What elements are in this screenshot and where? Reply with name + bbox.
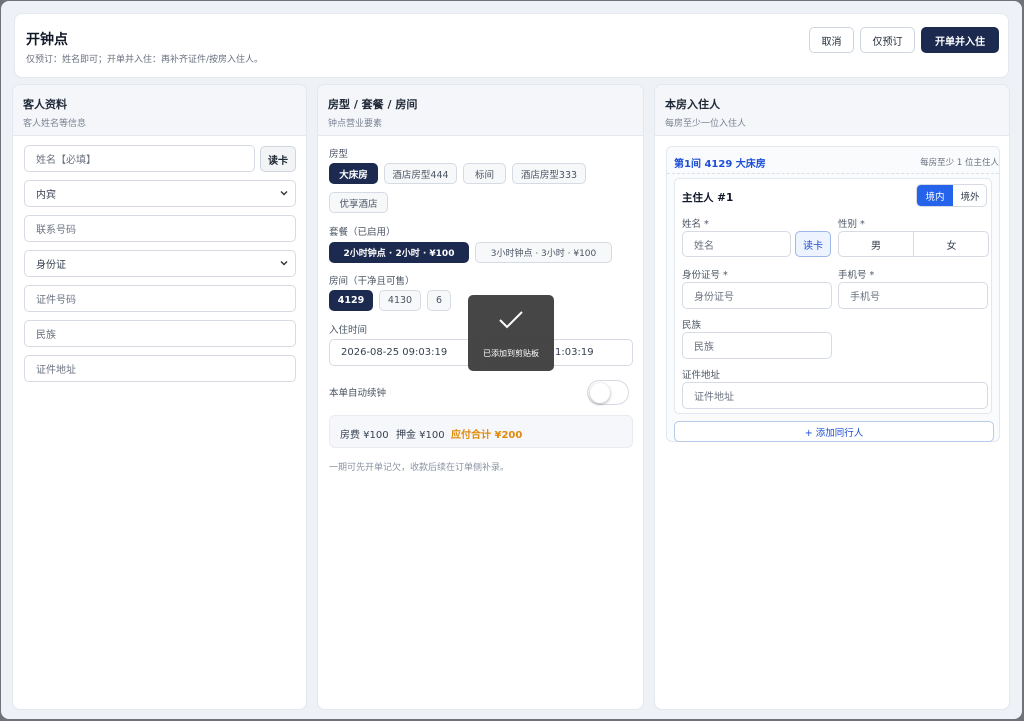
room-panel-subtitle: 钟点营业要素 — [328, 119, 383, 129]
room-panel-title: 房型 / 套餐 / 房间 — [328, 98, 418, 111]
payment-note: 一期可先开单记欠，收款后续在订单侧补录。 — [329, 463, 510, 473]
room-panel-header: 房型 / 套餐 / 房间 钟点营业要素 — [318, 85, 643, 136]
guest-id-number-input[interactable]: 证件号码 — [24, 285, 296, 312]
id-type-value: 身份证 — [36, 260, 66, 271]
page-subtitle: 仅预订：姓名即可；开单并入住：再补齐证件/按房入住人。 — [26, 55, 264, 65]
occupant-read-card-button[interactable]: 读卡 — [795, 231, 831, 257]
room-chip[interactable]: 4129 — [329, 290, 373, 311]
checkmark-icon — [499, 311, 523, 329]
chevron-down-icon — [280, 191, 288, 196]
occupant-id-input[interactable]: 身份证号 — [682, 282, 832, 309]
guest-address-input[interactable]: 证件地址 — [24, 355, 296, 382]
page-title: 开钟点 — [26, 32, 68, 48]
primary-occupant-title: 主住人 #1 — [682, 192, 734, 204]
primary-occupant-form: 主住人 #1 境内 境外 姓名 * 姓名 读卡 性别 * 男 女 身份证号 * … — [674, 178, 992, 414]
dialog-header: 开钟点 仅预订：姓名即可；开单并入住：再补齐证件/按房入住人。 取消 仅预订 开… — [14, 13, 1009, 78]
guest-phone-input[interactable]: 联系号码 — [24, 215, 296, 242]
guest-panel-subtitle: 客人姓名等信息 — [23, 119, 87, 129]
add-companion-button[interactable]: + 添加同行人 — [674, 421, 994, 442]
mobile-label: 手机号 * — [838, 270, 875, 281]
occupant-address-input[interactable]: 证件地址 — [682, 382, 988, 409]
room-chip[interactable]: 4130 — [379, 290, 421, 311]
gender-male-option[interactable]: 男 — [839, 232, 914, 256]
open-hourly-dialog: 开钟点 仅预订：姓名即可；开单并入住：再补齐证件/按房入住人。 取消 仅预订 开… — [1, 1, 1022, 719]
fee-deposit: 押金 ¥100 — [396, 430, 445, 441]
occupant-name-input[interactable]: 姓名 — [682, 231, 791, 257]
clipboard-toast: 已添加到剪贴板 — [468, 295, 554, 371]
domestic-tab[interactable]: 境内 — [917, 185, 953, 206]
address-label: 证件地址 — [682, 370, 721, 381]
guest-info-panel: 客人资料 客人姓名等信息 姓名【必填】 读卡 内宾 联系号码 身份证 证件号码 … — [12, 84, 307, 710]
room-card-title: 第1间 4129 大床房 — [674, 159, 766, 170]
package-chip[interactable]: 3小时钟点 · 3小时 · ¥100 — [475, 242, 612, 263]
room-card-hint: 每房至少 1 位主住人 — [920, 158, 999, 168]
gender-female-option[interactable]: 女 — [914, 232, 989, 256]
room-chip[interactable]: 6 — [427, 290, 451, 311]
open-and-checkin-button[interactable]: 开单并入住 — [921, 27, 999, 53]
guest-name-input[interactable]: 姓名【必填】 — [24, 145, 255, 172]
room-type-label: 房型 — [329, 149, 349, 160]
checkin-time-label: 入住时间 — [329, 325, 368, 336]
room-type-chip[interactable]: 酒店房型444 — [384, 163, 457, 184]
room-occupant-card: 第1间 4129 大床房 每房至少 1 位主住人 主住人 #1 境内 境外 姓名… — [666, 146, 1000, 442]
checkin-time-input[interactable]: 2026-08-25 09:03:19 — [329, 339, 479, 366]
room-type-chip[interactable]: 大床房 — [329, 163, 378, 184]
guest-type-value: 内宾 — [36, 190, 56, 201]
room-package-panel: 房型 / 套餐 / 房间 钟点营业要素 房型 大床房 酒店房型444 标间 酒店… — [317, 84, 644, 710]
guest-type-select[interactable]: 内宾 — [24, 180, 296, 207]
package-label: 套餐（已启用） — [329, 227, 396, 238]
occupants-panel-title: 本房入住人 — [665, 98, 720, 111]
occupant-name-label: 姓名 * — [682, 219, 709, 230]
guest-panel-title: 客人资料 — [23, 98, 67, 111]
occupants-panel-header: 本房入住人 每房至少一位入住人 — [655, 85, 1009, 136]
occupants-panel: 本房入住人 每房至少一位入住人 第1间 4129 大床房 每房至少 1 位主住人… — [654, 84, 1010, 710]
id-number-label: 身份证号 * — [682, 270, 728, 281]
chevron-down-icon — [280, 261, 288, 266]
room-type-chip[interactable]: 优享酒店 — [329, 192, 388, 213]
gender-label: 性别 * — [838, 219, 865, 230]
region-toggle: 境内 境外 — [916, 184, 987, 207]
toast-message: 已添加到剪贴板 — [483, 349, 539, 358]
toggle-knob — [590, 383, 610, 403]
auto-renew-toggle[interactable] — [587, 380, 629, 405]
foreign-tab[interactable]: 境外 — [953, 185, 986, 206]
fee-room: 房费 ¥100 — [340, 430, 389, 441]
guest-ethnicity-input[interactable]: 民族 — [24, 320, 296, 347]
room-type-chip[interactable]: 酒店房型333 — [512, 163, 586, 184]
gender-segmented: 男 女 — [838, 231, 989, 257]
auto-renew-label: 本单自动续钟 — [329, 388, 387, 399]
reserve-only-button[interactable]: 仅预订 — [860, 27, 915, 53]
room-type-chip[interactable]: 标间 — [463, 163, 506, 184]
fee-total: 应付合计 ¥200 — [451, 430, 523, 441]
rooms-label: 房间（干净且可售） — [329, 276, 415, 287]
occupant-ethnicity-input[interactable]: 民族 — [682, 332, 832, 359]
ethnicity-label: 民族 — [682, 320, 702, 331]
id-type-select[interactable]: 身份证 — [24, 250, 296, 277]
guest-panel-header: 客人资料 客人姓名等信息 — [13, 85, 306, 136]
cancel-button[interactable]: 取消 — [809, 27, 854, 53]
room-card-header: 第1间 4129 大床房 每房至少 1 位主住人 — [667, 147, 999, 174]
fee-summary: 房费 ¥100 押金 ¥100 应付合计 ¥200 — [329, 415, 633, 448]
guest-read-card-button[interactable]: 读卡 — [260, 146, 296, 172]
occupant-mobile-input[interactable]: 手机号 — [838, 282, 988, 309]
occupants-panel-subtitle: 每房至少一位入住人 — [665, 119, 747, 129]
package-chip[interactable]: 2小时钟点 · 2小时 · ¥100 — [329, 242, 469, 263]
